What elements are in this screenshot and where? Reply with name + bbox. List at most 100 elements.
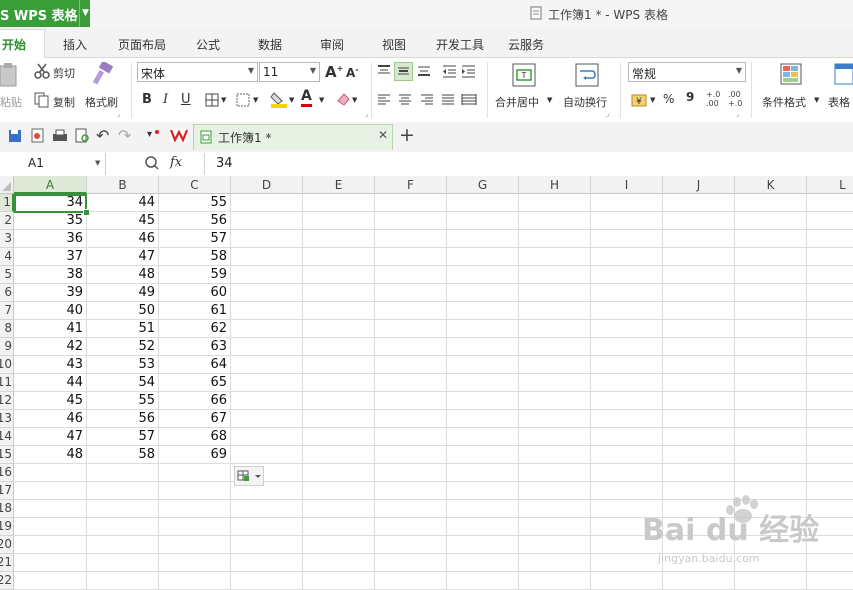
cell-H16[interactable] <box>519 464 591 482</box>
cell-L13[interactable] <box>807 410 853 428</box>
cell-E21[interactable] <box>303 554 375 572</box>
row-header[interactable]: 20 <box>0 536 14 554</box>
tab-view[interactable]: 视图 <box>382 36 406 53</box>
cell-L16[interactable] <box>807 464 853 482</box>
column-header[interactable]: H <box>519 176 591 194</box>
cell-E5[interactable] <box>303 266 375 284</box>
scissors-icon[interactable] <box>34 63 50 79</box>
clipboard-launcher-icon[interactable]: ⌟ <box>117 110 120 118</box>
cell-H11[interactable] <box>519 374 591 392</box>
cell-I10[interactable] <box>591 356 663 374</box>
tab-developer[interactable]: 开发工具 <box>436 36 484 53</box>
number-format-select[interactable]: 常规 ▼ <box>628 62 746 82</box>
formula-input[interactable]: 34 <box>204 153 853 175</box>
cell-H12[interactable] <box>519 392 591 410</box>
cell-E19[interactable] <box>303 518 375 536</box>
row-header[interactable]: 11 <box>0 374 14 392</box>
row-header[interactable]: 7 <box>0 302 14 320</box>
cell-F9[interactable] <box>375 338 447 356</box>
font-color-icon[interactable]: A <box>301 89 312 107</box>
cell-A2[interactable]: 35 <box>14 212 87 230</box>
cell-B2[interactable]: 45 <box>87 212 159 230</box>
cell-J5[interactable] <box>663 266 735 284</box>
cell-J2[interactable] <box>663 212 735 230</box>
cell-I3[interactable] <box>591 230 663 248</box>
cell-A3[interactable]: 36 <box>14 230 87 248</box>
cell-L10[interactable] <box>807 356 853 374</box>
cell-A16[interactable] <box>14 464 87 482</box>
format-painter-icon[interactable] <box>91 62 115 88</box>
cell-D21[interactable] <box>231 554 303 572</box>
cell-H15[interactable] <box>519 446 591 464</box>
cell-A18[interactable] <box>14 500 87 518</box>
cell-F2[interactable] <box>375 212 447 230</box>
cell-B11[interactable]: 54 <box>87 374 159 392</box>
print-icon[interactable] <box>52 129 68 143</box>
cell-F21[interactable] <box>375 554 447 572</box>
cell-F15[interactable] <box>375 446 447 464</box>
cell-C16[interactable] <box>159 464 231 482</box>
cell-I2[interactable] <box>591 212 663 230</box>
cell-H3[interactable] <box>519 230 591 248</box>
merge-center-icon[interactable]: T <box>512 63 536 87</box>
cell-F18[interactable] <box>375 500 447 518</box>
chevron-down-icon[interactable]: ▼ <box>319 96 324 104</box>
tab-start[interactable]: 开始 <box>0 29 45 59</box>
cell-A19[interactable] <box>14 518 87 536</box>
cell-I6[interactable] <box>591 284 663 302</box>
cell-F22[interactable] <box>375 572 447 590</box>
cell-E13[interactable] <box>303 410 375 428</box>
cell-E7[interactable] <box>303 302 375 320</box>
cell-E16[interactable] <box>303 464 375 482</box>
cell-J4[interactable] <box>663 248 735 266</box>
cell-H13[interactable] <box>519 410 591 428</box>
cell-E20[interactable] <box>303 536 375 554</box>
cell-F7[interactable] <box>375 302 447 320</box>
align-middle-button[interactable] <box>394 62 413 81</box>
cell-C22[interactable] <box>159 572 231 590</box>
export-pdf-icon[interactable] <box>30 128 45 143</box>
cell-C12[interactable]: 66 <box>159 392 231 410</box>
cell-K15[interactable] <box>735 446 807 464</box>
name-box[interactable]: A1 ▼ <box>0 153 106 175</box>
cell-L6[interactable] <box>807 284 853 302</box>
chevron-down-icon[interactable]: ▼ <box>289 96 294 104</box>
cell-E4[interactable] <box>303 248 375 266</box>
cell-F6[interactable] <box>375 284 447 302</box>
cell-J9[interactable] <box>663 338 735 356</box>
save-icon[interactable] <box>8 129 22 143</box>
cell-D1[interactable] <box>231 194 303 212</box>
cell-E18[interactable] <box>303 500 375 518</box>
cell-I9[interactable] <box>591 338 663 356</box>
cell-G20[interactable] <box>447 536 519 554</box>
cell-F13[interactable] <box>375 410 447 428</box>
cell-I15[interactable] <box>591 446 663 464</box>
row-header[interactable]: 1 <box>0 194 14 212</box>
cell-J10[interactable] <box>663 356 735 374</box>
cell-F3[interactable] <box>375 230 447 248</box>
cell-F16[interactable] <box>375 464 447 482</box>
format-painter-button[interactable]: 格式刷 <box>85 94 118 110</box>
chevron-down-icon[interactable]: ▼ <box>352 96 357 104</box>
cell-K11[interactable] <box>735 374 807 392</box>
cell-D2[interactable] <box>231 212 303 230</box>
cell-C13[interactable]: 67 <box>159 410 231 428</box>
align-left-icon[interactable] <box>377 94 391 106</box>
cell-B14[interactable]: 57 <box>87 428 159 446</box>
cell-I7[interactable] <box>591 302 663 320</box>
cell-I16[interactable] <box>591 464 663 482</box>
cell-H9[interactable] <box>519 338 591 356</box>
cell-D13[interactable] <box>231 410 303 428</box>
cell-H22[interactable] <box>519 572 591 590</box>
cell-L7[interactable] <box>807 302 853 320</box>
justify-icon[interactable] <box>441 94 455 106</box>
cell-C11[interactable]: 65 <box>159 374 231 392</box>
cell-C9[interactable]: 63 <box>159 338 231 356</box>
cell-L8[interactable] <box>807 320 853 338</box>
copy-button[interactable]: 复制 <box>53 94 75 110</box>
border-icon[interactable] <box>205 93 219 107</box>
cell-D22[interactable] <box>231 572 303 590</box>
close-icon[interactable]: ✕ <box>378 128 388 142</box>
cell-G3[interactable] <box>447 230 519 248</box>
undo-icon[interactable]: ↶ <box>96 126 109 145</box>
